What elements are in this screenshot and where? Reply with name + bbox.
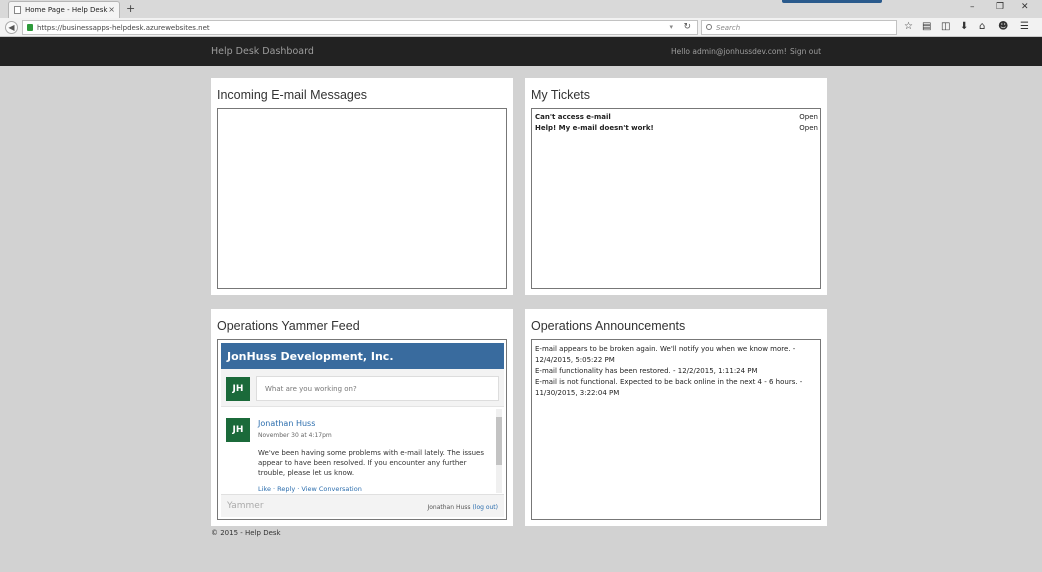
yammer-user: Jonathan Huss (log out)	[427, 504, 498, 511]
ticket-status: Open	[799, 113, 818, 121]
post-actions[interactable]: Like · Reply · View Conversation	[258, 485, 362, 493]
browser-tab[interactable]: Home Page - Help Desk ×	[8, 1, 120, 18]
email-panel: Incoming E-mail Messages	[211, 78, 513, 295]
search-icon	[706, 24, 712, 30]
avatar: JH	[226, 377, 250, 401]
menu-icon[interactable]: ☰	[1020, 21, 1029, 32]
close-tab-icon[interactable]: ×	[108, 5, 115, 14]
email-panel-title: Incoming E-mail Messages	[217, 88, 368, 102]
minimize-icon[interactable]: –	[970, 2, 975, 12]
avatar[interactable]: JH	[226, 418, 250, 442]
tickets-panel-title: My Tickets	[531, 88, 591, 102]
sign-out-link[interactable]: Sign out	[790, 47, 821, 56]
brand-link[interactable]: Help Desk Dashboard	[211, 46, 314, 57]
search-input[interactable]: Search	[701, 20, 897, 35]
list-item: E-mail is not functional. Expected to be…	[535, 378, 803, 397]
list-item: E-mail appears to be broken again. We'll…	[535, 345, 796, 364]
star-icon[interactable]: ☆	[904, 21, 913, 32]
home-icon[interactable]: ⌂	[979, 21, 985, 32]
ticket-title: Help! My e-mail doesn't work!	[535, 124, 654, 132]
list-item[interactable]: Help! My e-mail doesn't work! Open	[535, 124, 818, 132]
address-bar[interactable]: https://businessapps-helpdesk.azurewebsi…	[22, 20, 698, 35]
tickets-list: Can't access e-mail Open Help! My e-mail…	[531, 108, 821, 289]
announcements-panel: Operations Announcements E-mail appears …	[525, 309, 827, 526]
tab-title: Home Page - Help Desk	[25, 6, 108, 14]
maximize-icon[interactable]: ❐	[996, 2, 1004, 12]
post-body: We've been having some problems with e-m…	[258, 449, 484, 477]
chevron-down-icon[interactable]: ▾	[669, 23, 673, 31]
yammer-frame: JonHuss Development, Inc. JH What are yo…	[217, 339, 507, 520]
page-footer: © 2015 - Help Desk	[211, 529, 281, 537]
email-list[interactable]	[217, 108, 507, 289]
tab-strip: Home Page - Help Desk × + – ❐ ✕	[0, 0, 1042, 18]
yammer-post-input[interactable]: What are you working on?	[256, 376, 499, 401]
scrollbar-thumb[interactable]	[496, 417, 502, 465]
announcements-list: E-mail appears to be broken again. We'll…	[531, 339, 821, 520]
new-tab-button[interactable]: +	[126, 2, 135, 15]
feed-scrollbar[interactable]	[496, 409, 502, 493]
ticket-status: Open	[799, 124, 818, 132]
yammer-panel: Operations Yammer Feed JonHuss Developme…	[211, 309, 513, 526]
yammer-user-name: Jonathan Huss	[427, 504, 471, 511]
close-window-icon[interactable]: ✕	[1021, 2, 1029, 12]
page-favicon-icon	[14, 6, 21, 14]
list-item[interactable]: Can't access e-mail Open	[535, 113, 818, 121]
pocket-icon[interactable]: ◫	[941, 21, 950, 32]
lock-icon	[27, 24, 33, 31]
clipboard-icon[interactable]: ▤	[922, 21, 931, 32]
ticket-title: Can't access e-mail	[535, 113, 611, 121]
yammer-logo: Yammer	[227, 501, 264, 511]
back-arrow-icon[interactable]: ◀	[5, 21, 18, 34]
reload-icon[interactable]: ↻	[683, 22, 691, 32]
post-author-link[interactable]: Jonathan Huss	[258, 419, 315, 428]
announcements-panel-title: Operations Announcements	[531, 319, 686, 333]
user-greeting-link[interactable]: Hello admin@jonhussdev.com!	[671, 47, 787, 56]
yammer-footer: Yammer Jonathan Huss (log out)	[221, 494, 504, 517]
url-text: https://businessapps-helpdesk.azurewebsi…	[37, 24, 210, 32]
window-accent	[782, 0, 882, 3]
yammer-panel-title: Operations Yammer Feed	[217, 319, 360, 333]
yammer-feed[interactable]: JH Jonathan Huss November 30 at 4:17pm W…	[221, 406, 504, 494]
download-icon[interactable]: ⬇	[960, 21, 968, 32]
app-navbar: Help Desk Dashboard Hello admin@jonhussd…	[0, 37, 1042, 66]
search-placeholder: Search	[716, 24, 741, 32]
yammer-widget: JonHuss Development, Inc. JH What are yo…	[221, 343, 504, 517]
yammer-logout-link[interactable]: (log out)	[472, 504, 498, 511]
browser-toolbar: ◀ https://businessapps-helpdesk.azureweb…	[0, 18, 1042, 37]
list-item: E-mail functionality has been restored. …	[535, 367, 758, 375]
post-date: November 30 at 4:17pm	[258, 432, 332, 439]
chat-icon[interactable]: ☻	[998, 21, 1008, 32]
yammer-network-name[interactable]: JonHuss Development, Inc.	[221, 343, 504, 369]
announcements-text: E-mail appears to be broken again. We'll…	[535, 344, 815, 399]
tickets-panel: My Tickets Can't access e-mail Open Help…	[525, 78, 827, 295]
